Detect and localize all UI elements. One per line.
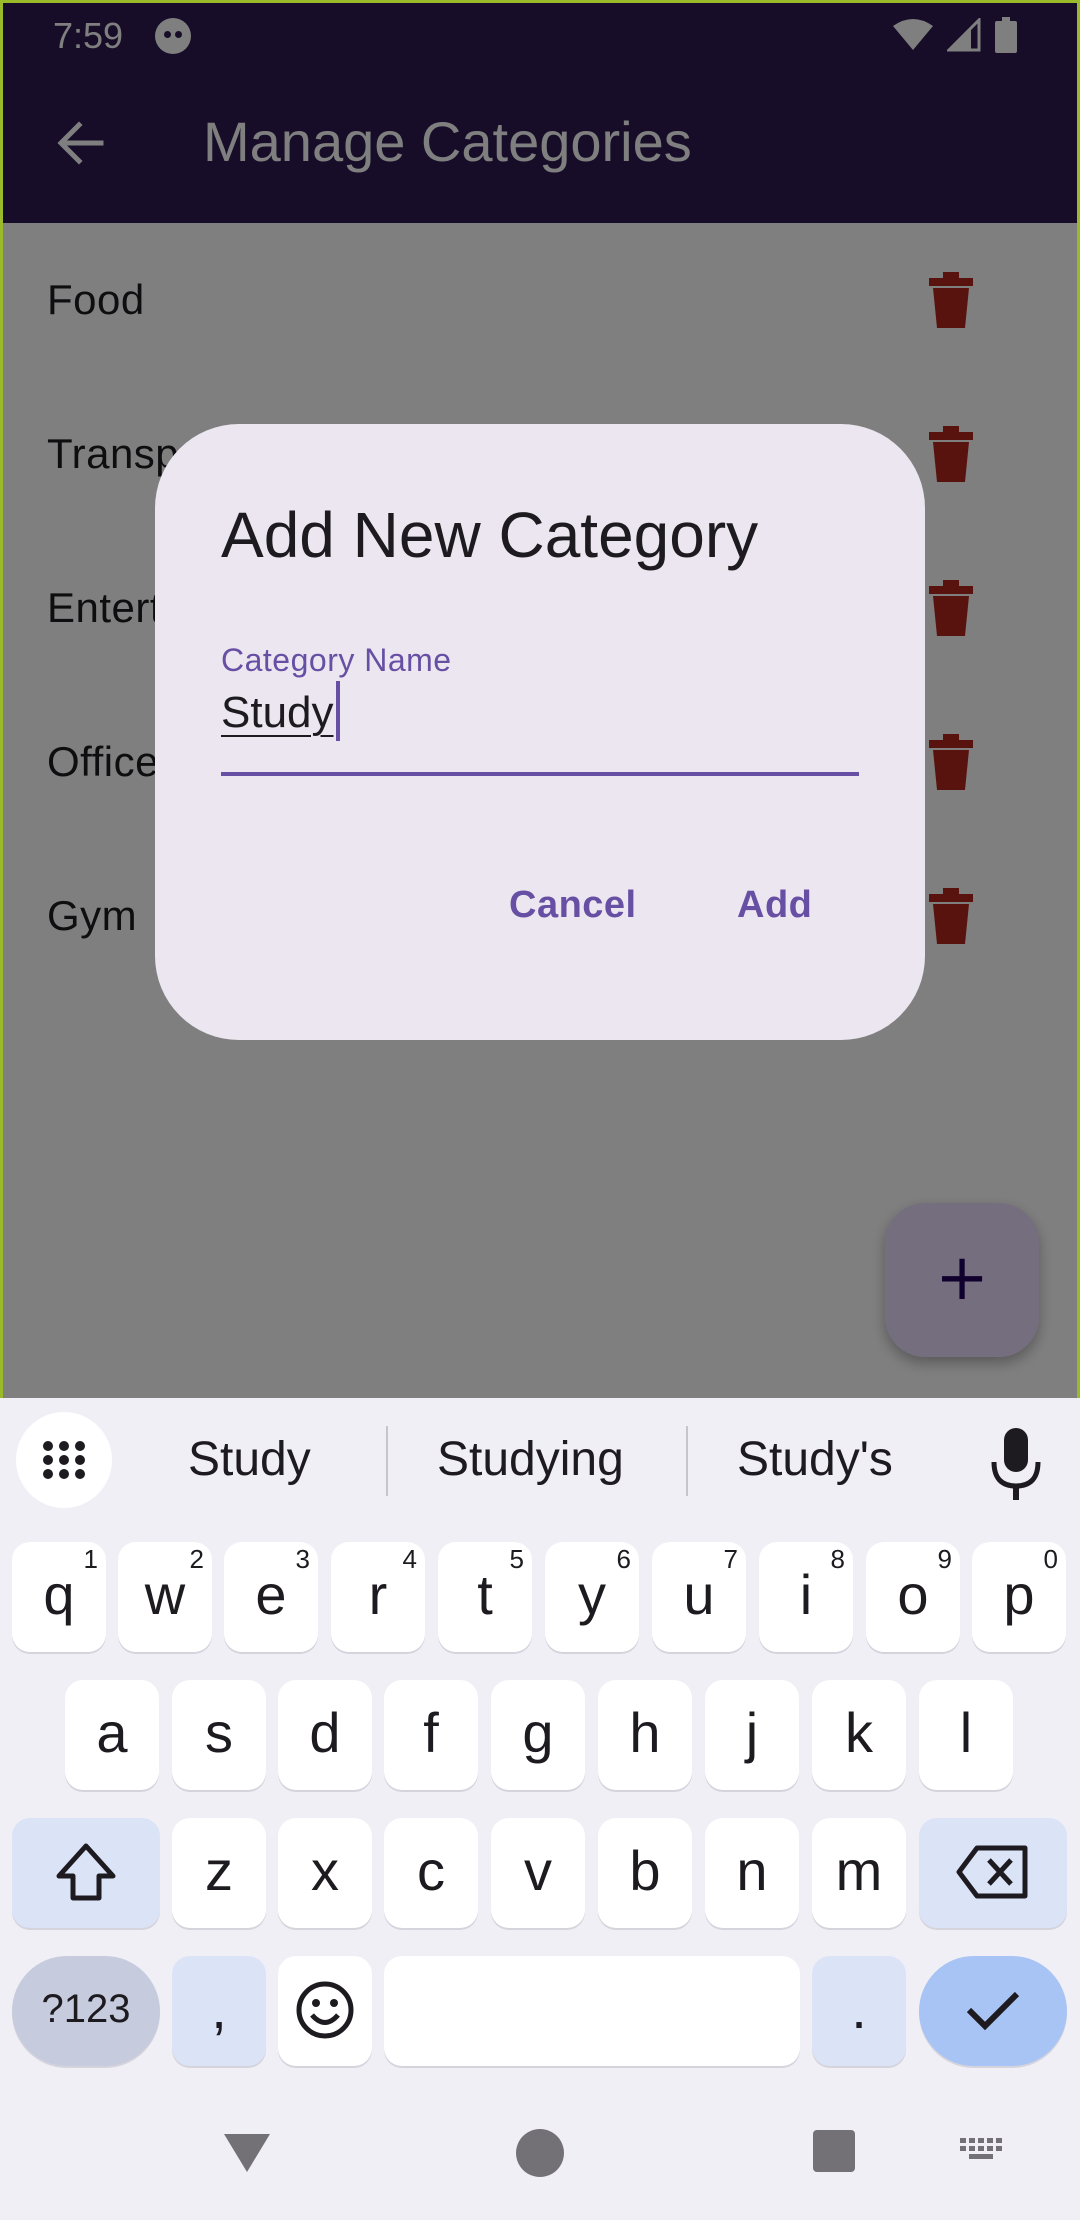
emoji-icon xyxy=(296,1981,354,2039)
key-d[interactable]: d xyxy=(278,1680,372,1790)
key-label: r xyxy=(368,1563,388,1626)
key-u[interactable]: u7 xyxy=(652,1542,746,1652)
shift-icon xyxy=(56,1843,116,1901)
key-label: u xyxy=(683,1563,715,1626)
key-g[interactable]: g xyxy=(491,1680,585,1790)
add-category-dialog: Add New Category Category Name Study Can… xyxy=(155,424,925,1040)
recents-square-icon[interactable] xyxy=(813,2130,855,2172)
key-label: p xyxy=(1003,1563,1035,1626)
enter-key[interactable] xyxy=(919,1956,1067,2066)
key-x[interactable]: x xyxy=(278,1818,372,1928)
key-hint: 8 xyxy=(830,1544,845,1574)
dialog-title: Add New Category xyxy=(221,499,759,571)
suggestion-item[interactable]: Study's xyxy=(737,1432,893,1487)
key-label: e xyxy=(255,1563,287,1626)
key-z[interactable]: z xyxy=(172,1818,266,1928)
key-n[interactable]: n xyxy=(705,1818,799,1928)
input-text: Study xyxy=(221,688,334,737)
suggestion-item[interactable]: Studying xyxy=(437,1432,624,1487)
add-button[interactable]: Add xyxy=(737,884,812,927)
key-e[interactable]: e3 xyxy=(224,1542,318,1652)
key-p[interactable]: p0 xyxy=(972,1542,1066,1652)
key-hint: 7 xyxy=(723,1544,738,1574)
category-name-label: Category Name xyxy=(221,642,452,678)
keyboard-switch-icon[interactable] xyxy=(960,2138,1004,2166)
key-label: o xyxy=(897,1563,929,1626)
key-hint: 6 xyxy=(616,1544,631,1574)
key-m[interactable]: m xyxy=(812,1818,906,1928)
key-label: w xyxy=(144,1563,186,1626)
key-s[interactable]: s xyxy=(172,1680,266,1790)
suggestion-bar: Study Studying Study's xyxy=(0,1398,1080,1528)
key-label: y xyxy=(578,1563,606,1626)
key-q[interactable]: q1 xyxy=(12,1542,106,1652)
suggestion-item[interactable]: Study xyxy=(188,1432,311,1487)
grid-icon xyxy=(43,1441,85,1479)
comma-key[interactable]: , xyxy=(172,1956,266,2066)
key-l[interactable]: l xyxy=(919,1680,1013,1790)
key-h[interactable]: h xyxy=(598,1680,692,1790)
key-y[interactable]: y6 xyxy=(545,1542,639,1652)
key-hint: 3 xyxy=(295,1544,310,1574)
key-hint: 1 xyxy=(83,1544,98,1574)
space-key[interactable] xyxy=(384,1956,800,2066)
key-t[interactable]: t5 xyxy=(438,1542,532,1652)
suggestion-divider xyxy=(386,1426,388,1496)
back-triangle-icon[interactable] xyxy=(222,2128,272,2178)
key-o[interactable]: o9 xyxy=(866,1542,960,1652)
key-hint: 4 xyxy=(402,1544,417,1574)
key-hint: 0 xyxy=(1043,1544,1058,1574)
backspace-icon xyxy=(956,1845,1028,1899)
backspace-key[interactable] xyxy=(919,1818,1067,1928)
key-a[interactable]: a xyxy=(65,1680,159,1790)
shift-key[interactable] xyxy=(12,1818,160,1928)
period-key[interactable]: . xyxy=(812,1956,906,2066)
keyboard-apps-button[interactable] xyxy=(16,1412,112,1508)
emoji-key[interactable] xyxy=(278,1956,372,2066)
key-label: i xyxy=(799,1563,813,1626)
key-label: q xyxy=(43,1563,75,1626)
key-k[interactable]: k xyxy=(812,1680,906,1790)
soft-keyboard: Study Studying Study's q1 w2 e3 r4 t5 y6… xyxy=(0,1398,1080,2128)
text-caret xyxy=(335,681,340,742)
category-name-input[interactable]: Study xyxy=(221,681,340,742)
system-nav-bar xyxy=(0,2128,1080,2220)
key-r[interactable]: r4 xyxy=(331,1542,425,1652)
key-v[interactable]: v xyxy=(491,1818,585,1928)
checkmark-icon xyxy=(966,1991,1020,2031)
symbols-key[interactable]: ?123 xyxy=(12,1956,160,2066)
key-i[interactable]: i8 xyxy=(759,1542,853,1652)
key-hint: 9 xyxy=(937,1544,952,1574)
key-label: t xyxy=(477,1563,493,1626)
microphone-icon[interactable] xyxy=(984,1424,1048,1504)
cancel-button[interactable]: Cancel xyxy=(509,884,637,927)
key-b[interactable]: b xyxy=(598,1818,692,1928)
key-w[interactable]: w2 xyxy=(118,1542,212,1652)
key-hint: 5 xyxy=(509,1544,524,1574)
key-hint: 2 xyxy=(189,1544,204,1574)
home-circle-icon[interactable] xyxy=(515,2128,565,2178)
suggestion-divider xyxy=(686,1426,688,1496)
key-j[interactable]: j xyxy=(705,1680,799,1790)
key-c[interactable]: c xyxy=(384,1818,478,1928)
input-underline xyxy=(221,772,859,776)
key-f[interactable]: f xyxy=(384,1680,478,1790)
